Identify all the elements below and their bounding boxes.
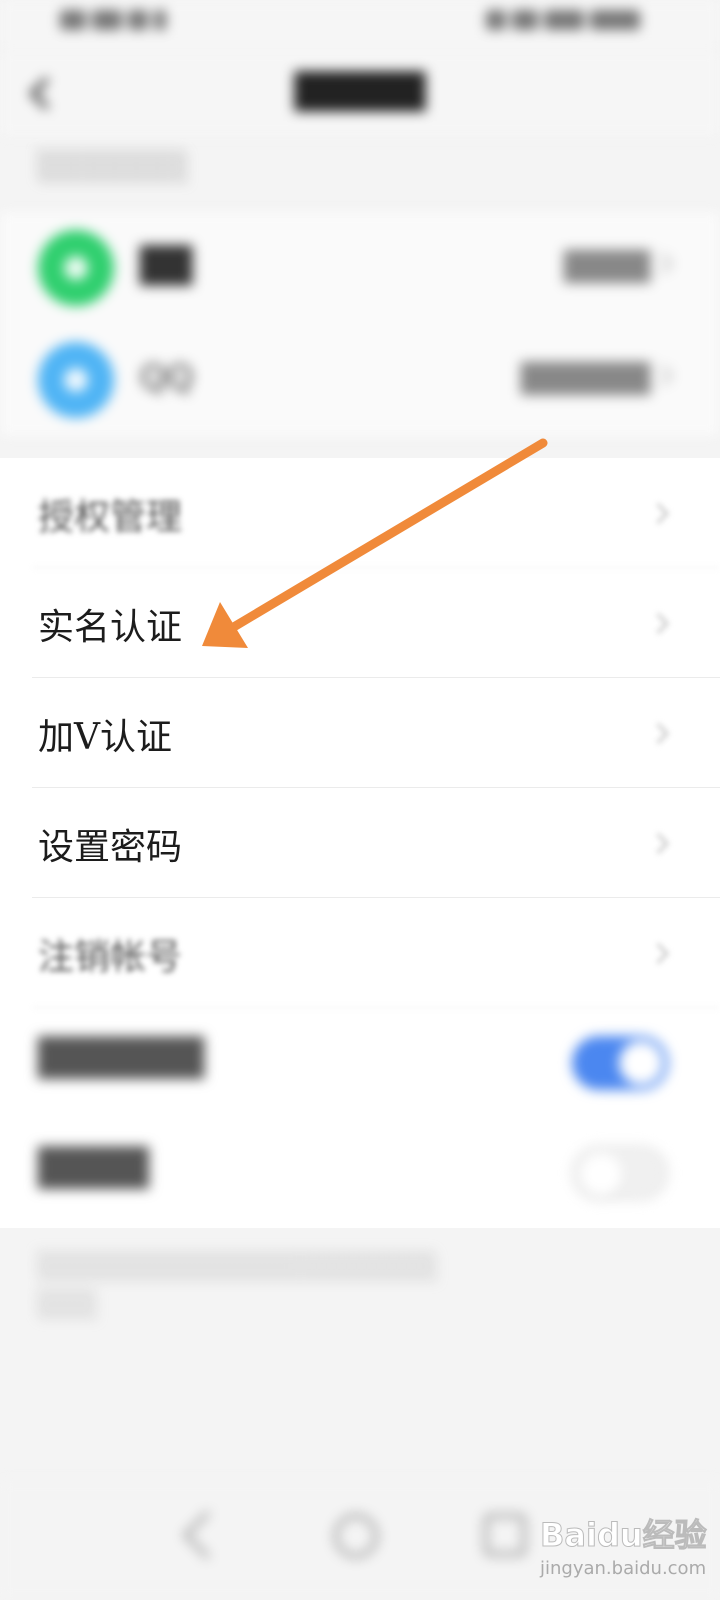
settings-item-label: 注销帐号 [38,937,183,978]
battery-time [480,10,650,36]
settings-item-real-name[interactable]: 实名认证 [0,568,720,678]
settings-item-label: 授权管理 [38,497,183,538]
chevron-right-icon [647,502,670,525]
chevron-right-icon [647,942,670,965]
account-name: QQ [140,358,194,398]
toggle-knob [579,1153,623,1197]
settings-item-label: 设置密码 [38,827,183,868]
signal-icons [60,10,190,36]
watermark-url: jingyan.baidu.com [540,1558,707,1579]
settings-toggle-row-2: ████ [0,1118,720,1228]
nav-back-icon[interactable] [182,1510,232,1560]
chevron-right-icon [647,832,670,855]
baidu-watermark: Baidu经验 jingyan.baidu.com [540,1510,710,1590]
watermark-logo: Baidu经验 [540,1516,708,1555]
section-caption: ░░░░░░░ [38,150,189,183]
account-row-qq[interactable]: QQ ██████ [0,324,720,434]
app-header: █████ [0,50,720,136]
toggle-label: ████ [38,1148,149,1189]
settings-item-label: 加V认证 [38,717,172,758]
settings-item-label: 实名认证 [38,607,183,648]
chevron-right-icon [651,252,674,275]
footer-note: ░░░░░░░░░░░░░░░░░░░░ ░░░ [38,1252,438,1320]
status-bar [0,0,720,50]
nav-home-icon[interactable] [334,1514,378,1558]
settings-item-password[interactable]: 设置密码 [0,788,720,898]
page-title: █████ [294,72,426,112]
settings-item-v-verify[interactable]: 加V认证 [0,678,720,788]
account-value: ██████ [520,362,650,395]
account-name: ██ [140,246,193,286]
settings-item-authorization[interactable]: 授权管理 [0,458,720,568]
nav-recent-apps-icon[interactable] [484,1514,526,1556]
settings-item-cancel-account[interactable]: 注销帐号 [0,898,720,1008]
settings-list: 授权管理 实名认证 加V认证 设置密码 注销帐号 ██████ ████ [0,458,720,1228]
account-value: ████ [563,250,650,283]
qq-icon [38,342,114,418]
account-row-wechat[interactable]: ██ ████ [0,212,720,322]
chevron-right-icon [647,722,670,745]
toggle-switch-on[interactable] [572,1036,668,1090]
toggle-label: ██████ [38,1038,205,1079]
chevron-right-icon [647,612,670,635]
toggle-switch-off[interactable] [572,1146,668,1200]
toggle-knob [619,1041,663,1085]
settings-toggle-row-1: ██████ [0,1008,720,1118]
bound-accounts-card: ██ ████ QQ ██████ [0,212,720,436]
chevron-right-icon [651,364,674,387]
wechat-icon [38,230,114,306]
